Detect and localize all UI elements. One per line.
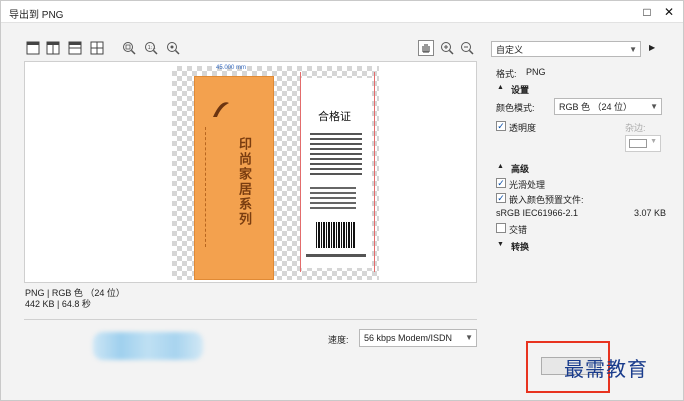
watermark-text: 最需教育 bbox=[564, 357, 648, 381]
zoom-out-icon[interactable] bbox=[460, 41, 474, 55]
bleed-guide-line bbox=[300, 72, 301, 272]
brand-logo-icon bbox=[213, 102, 229, 117]
color-mode-select[interactable]: RGB 色 （24 位） ▼ bbox=[554, 98, 662, 115]
smoothing-checkbox[interactable]: ✓ bbox=[496, 178, 506, 188]
single-view-icon[interactable] bbox=[26, 41, 40, 55]
preset-menu-arrow-icon[interactable]: ▶ bbox=[649, 43, 655, 52]
svg-text:1:1: 1:1 bbox=[148, 45, 156, 51]
advanced-heading: 高级 bbox=[511, 164, 530, 174]
certificate-footer-text bbox=[306, 254, 366, 257]
transparency-checkerboard: 45.000 mm 印尚家居系列 合格证 bbox=[172, 65, 379, 280]
certificate-text-block-2 bbox=[310, 186, 356, 212]
divider bbox=[24, 319, 477, 320]
zoom-fit-icon[interactable] bbox=[122, 41, 136, 55]
product-label-orange: 印尚家居系列 bbox=[194, 76, 274, 280]
matte-color-picker[interactable]: ▼ bbox=[625, 135, 661, 152]
file-info: PNG | RGB 色 （24 位） 442 KB | 64.8 秒 bbox=[25, 288, 125, 310]
quad-view-icon[interactable] bbox=[90, 41, 104, 55]
chevron-down-icon: ▼ bbox=[629, 45, 637, 54]
interlace-label: 交错 bbox=[509, 225, 528, 235]
zoom-actual-icon[interactable]: 1:1 bbox=[144, 41, 158, 55]
preset-select-value: 自定义 bbox=[496, 45, 524, 55]
certificate-text-block bbox=[310, 130, 362, 178]
certificate-card: 合格证 bbox=[300, 78, 372, 268]
smoothing-label: 光滑处理 bbox=[509, 180, 546, 190]
product-name: 印尚家居系列 bbox=[237, 137, 252, 227]
window-title: 导出到 PNG bbox=[9, 10, 64, 21]
blurred-region bbox=[93, 332, 203, 360]
chevron-down-icon: ▼ bbox=[465, 333, 473, 342]
close-button[interactable]: ✕ bbox=[661, 4, 677, 20]
embed-profile-checkbox[interactable]: ✓ bbox=[496, 193, 506, 203]
speed-select[interactable]: 56 kbps Modem/ISDN ▼ bbox=[359, 329, 477, 347]
file-info-format: PNG | RGB 色 （24 位） bbox=[25, 288, 125, 298]
export-dialog: 导出到 PNG □ ✕ 1:1 45.000 mm 印尚家居系列 合格证 PNG… bbox=[0, 0, 684, 401]
collapse-advanced-icon[interactable]: ▲ bbox=[497, 163, 504, 170]
bleed-guide-line-right bbox=[374, 72, 375, 272]
preset-select[interactable]: 自定义 ▼ bbox=[491, 41, 641, 57]
matte-label: 杂边: bbox=[625, 123, 646, 133]
matte-color-swatch bbox=[629, 139, 647, 148]
profile-size: 3.07 KB bbox=[634, 208, 667, 218]
transform-heading: 转换 bbox=[511, 242, 530, 252]
barcode bbox=[316, 222, 356, 248]
chevron-down-icon: ▼ bbox=[650, 102, 658, 111]
color-mode-value: RGB 色 （24 位） bbox=[559, 102, 633, 112]
zoom-selection-icon[interactable] bbox=[166, 41, 180, 55]
format-value: PNG bbox=[526, 67, 546, 77]
file-info-size: 442 KB | 64.8 秒 bbox=[25, 299, 91, 309]
decorative-line bbox=[205, 127, 227, 247]
transparency-checkbox[interactable]: ✓ bbox=[496, 121, 506, 131]
maximize-button[interactable]: □ bbox=[639, 4, 655, 20]
profile-name: sRGB IEC61966-2.1 bbox=[496, 208, 579, 218]
color-mode-label: 颜色模式: bbox=[496, 103, 535, 113]
format-label: 格式: bbox=[496, 69, 517, 79]
interlace-checkbox[interactable] bbox=[496, 223, 506, 233]
certificate-title: 合格证 bbox=[318, 111, 351, 123]
transparency-label: 透明度 bbox=[509, 123, 537, 133]
split-horizontal-view-icon[interactable] bbox=[68, 41, 82, 55]
collapse-settings-icon[interactable]: ▲ bbox=[497, 84, 504, 91]
split-vertical-view-icon[interactable] bbox=[46, 41, 60, 55]
pan-hand-icon[interactable] bbox=[418, 40, 434, 56]
expand-transform-icon[interactable]: ▼ bbox=[497, 241, 504, 248]
speed-select-value: 56 kbps Modem/ISDN bbox=[364, 333, 453, 343]
speed-label: 速度: bbox=[328, 335, 349, 345]
title-bar: 导出到 PNG □ ✕ bbox=[1, 1, 683, 23]
zoom-in-icon[interactable] bbox=[440, 41, 454, 55]
preview-panel[interactable]: 45.000 mm 印尚家居系列 合格证 bbox=[24, 61, 477, 283]
dimension-label: 45.000 mm bbox=[216, 65, 247, 71]
embed-profile-label: 嵌入颜色预置文件: bbox=[509, 195, 584, 205]
settings-heading: 设置 bbox=[511, 85, 530, 95]
chevron-down-icon: ▼ bbox=[650, 138, 657, 145]
